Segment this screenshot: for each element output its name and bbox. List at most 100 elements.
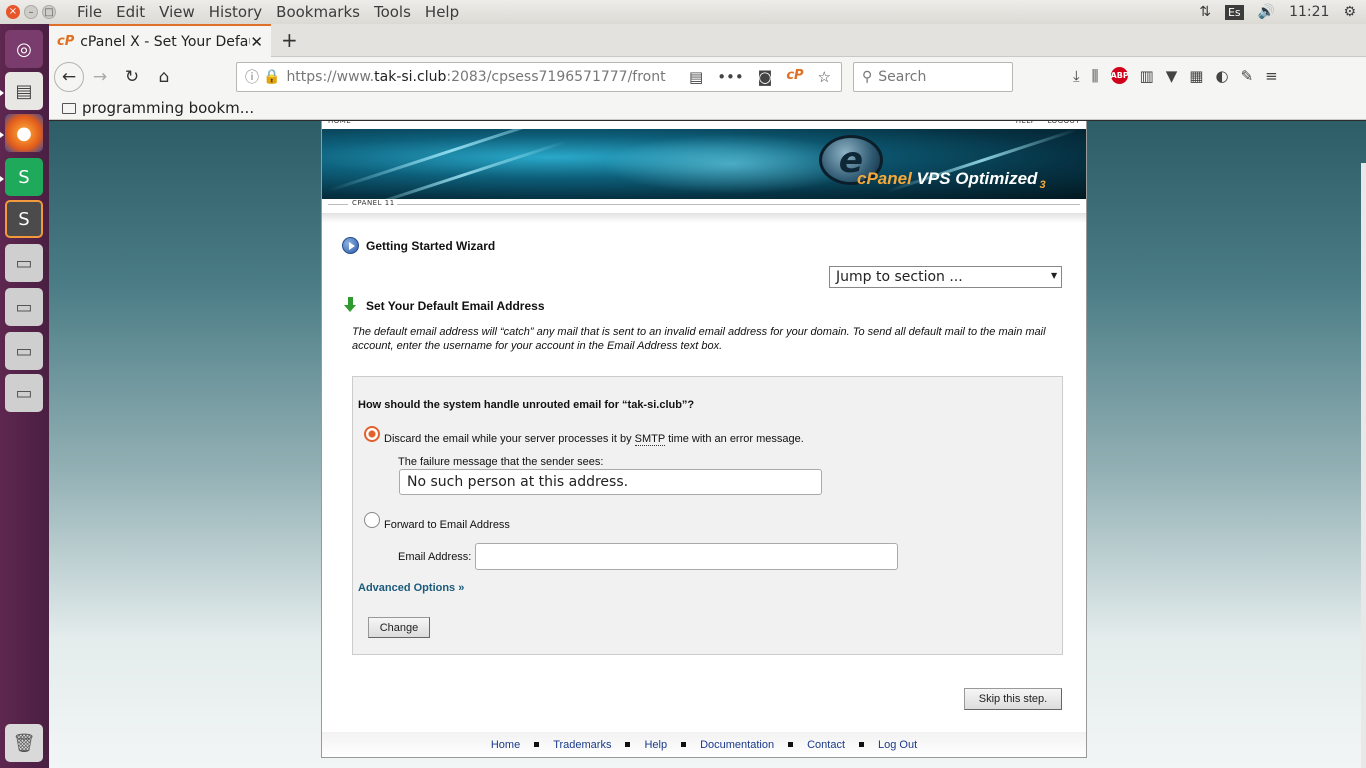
system-indicators: ⇅ Es 🔊 11:21 ⚙	[1199, 4, 1366, 20]
files-icon[interactable]: ▤	[5, 72, 43, 110]
menu-file[interactable]: File	[70, 3, 109, 21]
menu-edit[interactable]: Edit	[109, 3, 152, 21]
vue-devtools-icon[interactable]: ▼	[1166, 67, 1178, 85]
spreadsheet-app-icon[interactable]: S	[5, 158, 43, 196]
volume-icon[interactable]: 🔊	[1258, 4, 1275, 20]
hamburger-menu-icon[interactable]: ≡	[1265, 67, 1278, 85]
forward-radio[interactable]	[364, 512, 380, 528]
keyboard-layout-indicator[interactable]: Es	[1224, 4, 1244, 20]
footer-link-home[interactable]: Home	[491, 739, 520, 751]
info-icon[interactable]: ⓘ	[245, 67, 259, 87]
menu-history[interactable]: History	[202, 3, 269, 21]
search-icon: ⚲	[862, 69, 873, 85]
cpanel-banner: e cPanel VPS Optimized 3	[322, 129, 1086, 199]
toolbar-icons: ⤓ ⫼ ABP ▥ ▼ ▦ ◐ ✎ ≡	[1073, 67, 1278, 85]
sublime-text-icon[interactable]: S	[5, 200, 43, 238]
url-bar-actions: ▤ ••• ◙ cP ☆	[689, 68, 841, 86]
folder-icon	[62, 102, 76, 114]
email-address-input[interactable]	[475, 543, 898, 570]
menu-tools[interactable]: Tools	[367, 3, 418, 21]
url-text[interactable]: https://www.tak-si.club:2083/cpsess71965…	[286, 69, 666, 85]
jump-to-section-select[interactable]: Jump to section ... ▼	[829, 266, 1062, 288]
unrouted-email-form: How should the system handle unrouted em…	[352, 376, 1063, 655]
reload-icon[interactable]: ↻	[116, 67, 148, 87]
url-bar[interactable]: ⓘ 🔒 https://www.tak-si.club:2083/cpsess7…	[236, 62, 842, 92]
settings-gear-icon[interactable]: ⚙	[1343, 4, 1356, 20]
app-menu-bar: File Edit View History Bookmarks Tools H…	[70, 3, 466, 21]
section-heading: Set Your Default Email Address	[342, 297, 545, 314]
drive-icon[interactable]: ▭	[5, 374, 43, 412]
discard-option-label[interactable]: Discard the email while your server proc…	[384, 433, 804, 446]
drive-icon[interactable]: ▭	[5, 332, 43, 370]
drive-icon[interactable]: ▭	[5, 288, 43, 326]
browser-nav-bar: ← → ↻ ⌂ ⓘ 🔒 https://www.tak-si.club:2083…	[49, 57, 1366, 97]
minimize-window-icon[interactable]: –	[24, 5, 38, 19]
footer-link-trademarks[interactable]: Trademarks	[553, 739, 611, 751]
ubuntu-dash-icon[interactable]: ◎	[5, 30, 43, 68]
page-scrollbar[interactable]	[1361, 163, 1366, 768]
menu-bookmarks[interactable]: Bookmarks	[269, 3, 367, 21]
extension-icon[interactable]: ▦	[1189, 67, 1203, 85]
drive-icon[interactable]: ▭	[5, 244, 43, 282]
reader-view-icon[interactable]: ▤	[689, 68, 703, 86]
library-icon[interactable]: ⫼	[1092, 67, 1099, 85]
email-address-label: Email Address:	[398, 551, 472, 563]
browser-tab[interactable]: cP cPanel X - Set Your Default Email Add…	[49, 24, 271, 57]
footer-separator	[625, 742, 631, 747]
top-nav-home[interactable]: HOME	[328, 121, 351, 129]
tab-title: cPanel X - Set Your Default Email Addres…	[80, 33, 250, 50]
forward-arrow-icon[interactable]: →	[84, 67, 116, 87]
page-viewport: HOME HELP LOGOUT e cPanel VPS Optimized 3…	[49, 121, 1366, 768]
footer-separator	[788, 742, 794, 747]
advanced-options-link[interactable]: Advanced Options »	[358, 582, 464, 594]
more-actions-icon[interactable]: •••	[717, 68, 744, 86]
firefox-icon[interactable]: ●	[5, 114, 43, 152]
cpanel-top-nav: HOME HELP LOGOUT	[322, 121, 1086, 129]
section-title: Set Your Default Email Address	[366, 298, 545, 313]
maximize-window-icon[interactable]: □	[42, 5, 56, 19]
footer-link-logout[interactable]: Log Out	[878, 739, 917, 751]
top-nav-logout[interactable]: LOGOUT	[1048, 121, 1081, 129]
download-icon[interactable]: ⤓	[1073, 67, 1080, 85]
adblock-plus-icon[interactable]: ABP	[1110, 67, 1129, 84]
search-placeholder: Search	[878, 69, 927, 85]
running-indicator	[0, 132, 4, 138]
search-input[interactable]: ⚲ Search	[853, 62, 1013, 92]
cpanel-footer: Home Trademarks Help Documentation Conta…	[322, 732, 1086, 757]
network-transfer-icon[interactable]: ⇅	[1199, 4, 1211, 20]
cpanel-favicon-icon: cP	[57, 34, 75, 49]
form-question: How should the system handle unrouted em…	[358, 399, 695, 411]
privacy-icon[interactable]: ◐	[1215, 67, 1228, 85]
failure-message-input[interactable]: No such person at this address.	[399, 469, 822, 495]
bookmark-star-icon[interactable]: ☆	[818, 68, 831, 86]
cpanel-extension-icon[interactable]: cP	[786, 68, 803, 86]
download-arrow-icon	[342, 297, 359, 314]
menu-view[interactable]: View	[152, 3, 202, 21]
footer-link-documentation[interactable]: Documentation	[700, 739, 774, 751]
close-window-icon[interactable]: ×	[6, 5, 20, 19]
lock-icon[interactable]: 🔒	[263, 69, 280, 85]
top-nav-help[interactable]: HELP	[1016, 121, 1036, 129]
new-tab-icon[interactable]: +	[281, 28, 298, 52]
banner-light-streak	[327, 129, 577, 193]
discard-radio[interactable]	[364, 426, 380, 442]
pocket-icon[interactable]: ◙	[758, 68, 773, 86]
skip-step-button[interactable]: Skip this step.	[964, 688, 1062, 710]
play-arrow-icon	[342, 237, 359, 254]
bookmarks-bar: programming bookm...	[49, 97, 1366, 120]
back-arrow-icon[interactable]: ←	[54, 62, 84, 92]
home-icon[interactable]: ⌂	[148, 67, 180, 87]
clock[interactable]: 11:21	[1289, 4, 1329, 20]
menu-help[interactable]: Help	[418, 3, 466, 21]
bookmark-folder-programming[interactable]: programming bookm...	[82, 99, 254, 117]
footer-link-help[interactable]: Help	[644, 739, 667, 751]
sidebar-icon[interactable]: ▥	[1140, 67, 1154, 85]
change-button[interactable]: Change	[368, 617, 430, 638]
eyedropper-icon[interactable]: ✎	[1241, 67, 1254, 85]
footer-link-contact[interactable]: Contact	[807, 739, 845, 751]
close-tab-icon[interactable]: ✕	[250, 33, 263, 51]
forward-option-label[interactable]: Forward to Email Address	[384, 519, 510, 531]
launcher-sidebar: ◎ ▤ ● S S ▭ ▭ ▭ ▭ 🗑	[0, 24, 49, 768]
window-controls: × – □	[0, 5, 58, 19]
trash-icon[interactable]: 🗑	[5, 724, 43, 762]
